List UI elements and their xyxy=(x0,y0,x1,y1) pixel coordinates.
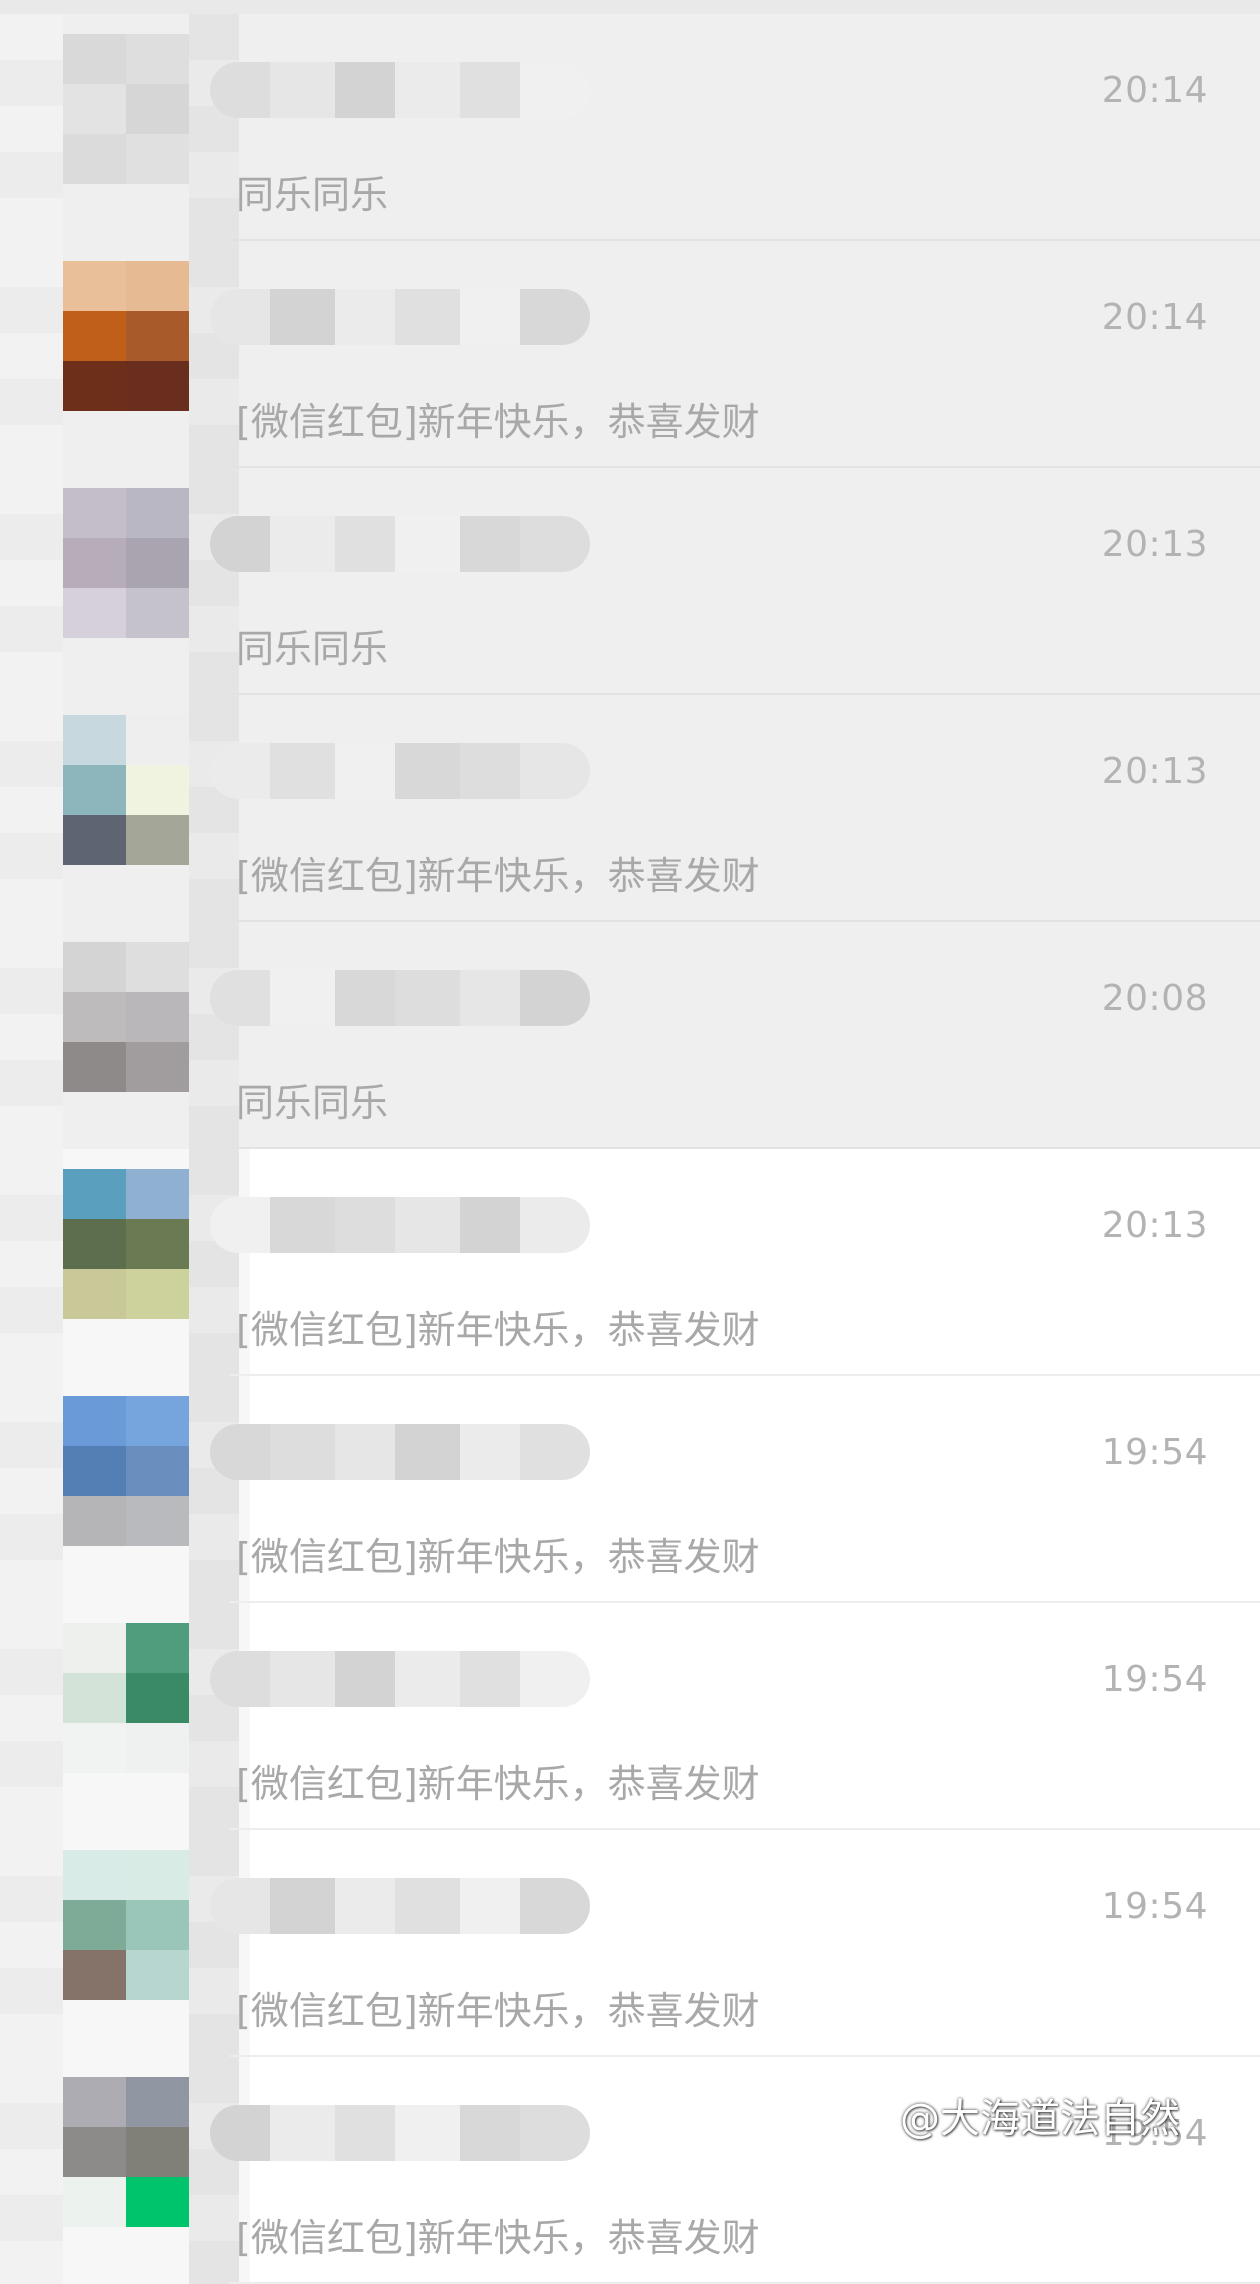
conversation-row[interactable]: 19:54 [微信红包]新年快乐，恭喜发财 xyxy=(0,1376,1260,1603)
conversation-row[interactable]: 20:13 [微信红包]新年快乐，恭喜发财 xyxy=(0,695,1260,922)
avatar[interactable] xyxy=(0,1376,250,1603)
message-preview: [微信红包]新年快乐，恭喜发财 xyxy=(236,1308,760,1352)
conversation-row[interactable]: 19:54 [微信红包]新年快乐，恭喜发财 xyxy=(0,1830,1260,2057)
message-time: 19:54 xyxy=(1101,1432,1208,1473)
message-preview: [微信红包]新年快乐，恭喜发财 xyxy=(236,2216,760,2260)
message-time: 20:14 xyxy=(1101,297,1208,338)
message-preview: [微信红包]新年快乐，恭喜发财 xyxy=(236,1535,760,1579)
avatar-mosaic xyxy=(0,1149,250,1376)
message-preview: 同乐同乐 xyxy=(236,173,389,217)
contact-name-blurred xyxy=(210,289,590,345)
avatar[interactable] xyxy=(0,1830,250,2057)
message-time: 19:54 xyxy=(1101,1886,1208,1927)
contact-name-blurred xyxy=(210,970,590,1026)
chat-list: 20:14 同乐同乐 20:14 [微信红包]新年快乐，恭喜发财 20:13 同乐同乐 20… xyxy=(0,0,1260,2284)
message-preview: 同乐同乐 xyxy=(236,627,389,671)
message-time: 20:14 xyxy=(1101,70,1208,111)
conversation-row[interactable]: 20:14 [微信红包]新年快乐，恭喜发财 xyxy=(0,241,1260,468)
avatar[interactable] xyxy=(0,922,250,1149)
message-time: 20:08 xyxy=(1101,978,1208,1019)
avatar-mosaic xyxy=(0,1376,250,1603)
avatar[interactable] xyxy=(0,2057,250,2284)
message-preview: [微信红包]新年快乐，恭喜发财 xyxy=(236,1989,760,2033)
message-preview: 同乐同乐 xyxy=(236,1081,389,1125)
message-preview: [微信红包]新年快乐，恭喜发财 xyxy=(236,400,760,444)
contact-name-blurred xyxy=(210,743,590,799)
contact-name-blurred xyxy=(210,1878,590,1934)
message-time: 20:13 xyxy=(1101,751,1208,792)
contact-name-blurred xyxy=(210,516,590,572)
message-preview: [微信红包]新年快乐，恭喜发财 xyxy=(236,854,760,898)
message-preview: [微信红包]新年快乐，恭喜发财 xyxy=(236,1762,760,1806)
contact-name-blurred xyxy=(210,1651,590,1707)
conversation-row[interactable]: 19:54 [微信红包]新年快乐，恭喜发财 xyxy=(0,1603,1260,1830)
avatar[interactable] xyxy=(0,695,250,922)
message-time: 20:13 xyxy=(1101,1205,1208,1246)
watermark: @大海道法自然 xyxy=(900,2096,1180,2142)
avatar-mosaic xyxy=(0,1830,250,2057)
contact-name-blurred xyxy=(210,62,590,118)
avatar-mosaic xyxy=(0,922,250,1149)
avatar-mosaic xyxy=(0,468,250,695)
conversation-row[interactable]: 20:13 [微信红包]新年快乐，恭喜发财 xyxy=(0,1149,1260,1376)
avatar[interactable] xyxy=(0,1603,250,1830)
conversation-row[interactable]: 20:13 同乐同乐 xyxy=(0,468,1260,695)
avatar-mosaic xyxy=(0,695,250,922)
avatar-mosaic xyxy=(0,1603,250,1830)
top-bar-edge xyxy=(0,0,1260,14)
avatar[interactable] xyxy=(0,14,250,241)
avatar-mosaic xyxy=(0,241,250,468)
contact-name-blurred xyxy=(210,1424,590,1480)
avatar[interactable] xyxy=(0,241,250,468)
avatar[interactable] xyxy=(0,468,250,695)
conversation-row[interactable]: 20:14 同乐同乐 xyxy=(0,14,1260,241)
avatar[interactable] xyxy=(0,1149,250,1376)
conversation-row[interactable]: 20:08 同乐同乐 xyxy=(0,922,1260,1149)
contact-name-blurred xyxy=(210,1197,590,1253)
message-time: 20:13 xyxy=(1101,524,1208,565)
avatar-mosaic xyxy=(0,2057,250,2284)
avatar-mosaic xyxy=(0,14,250,241)
message-time: 19:54 xyxy=(1101,1659,1208,1700)
contact-name-blurred xyxy=(210,2105,590,2161)
